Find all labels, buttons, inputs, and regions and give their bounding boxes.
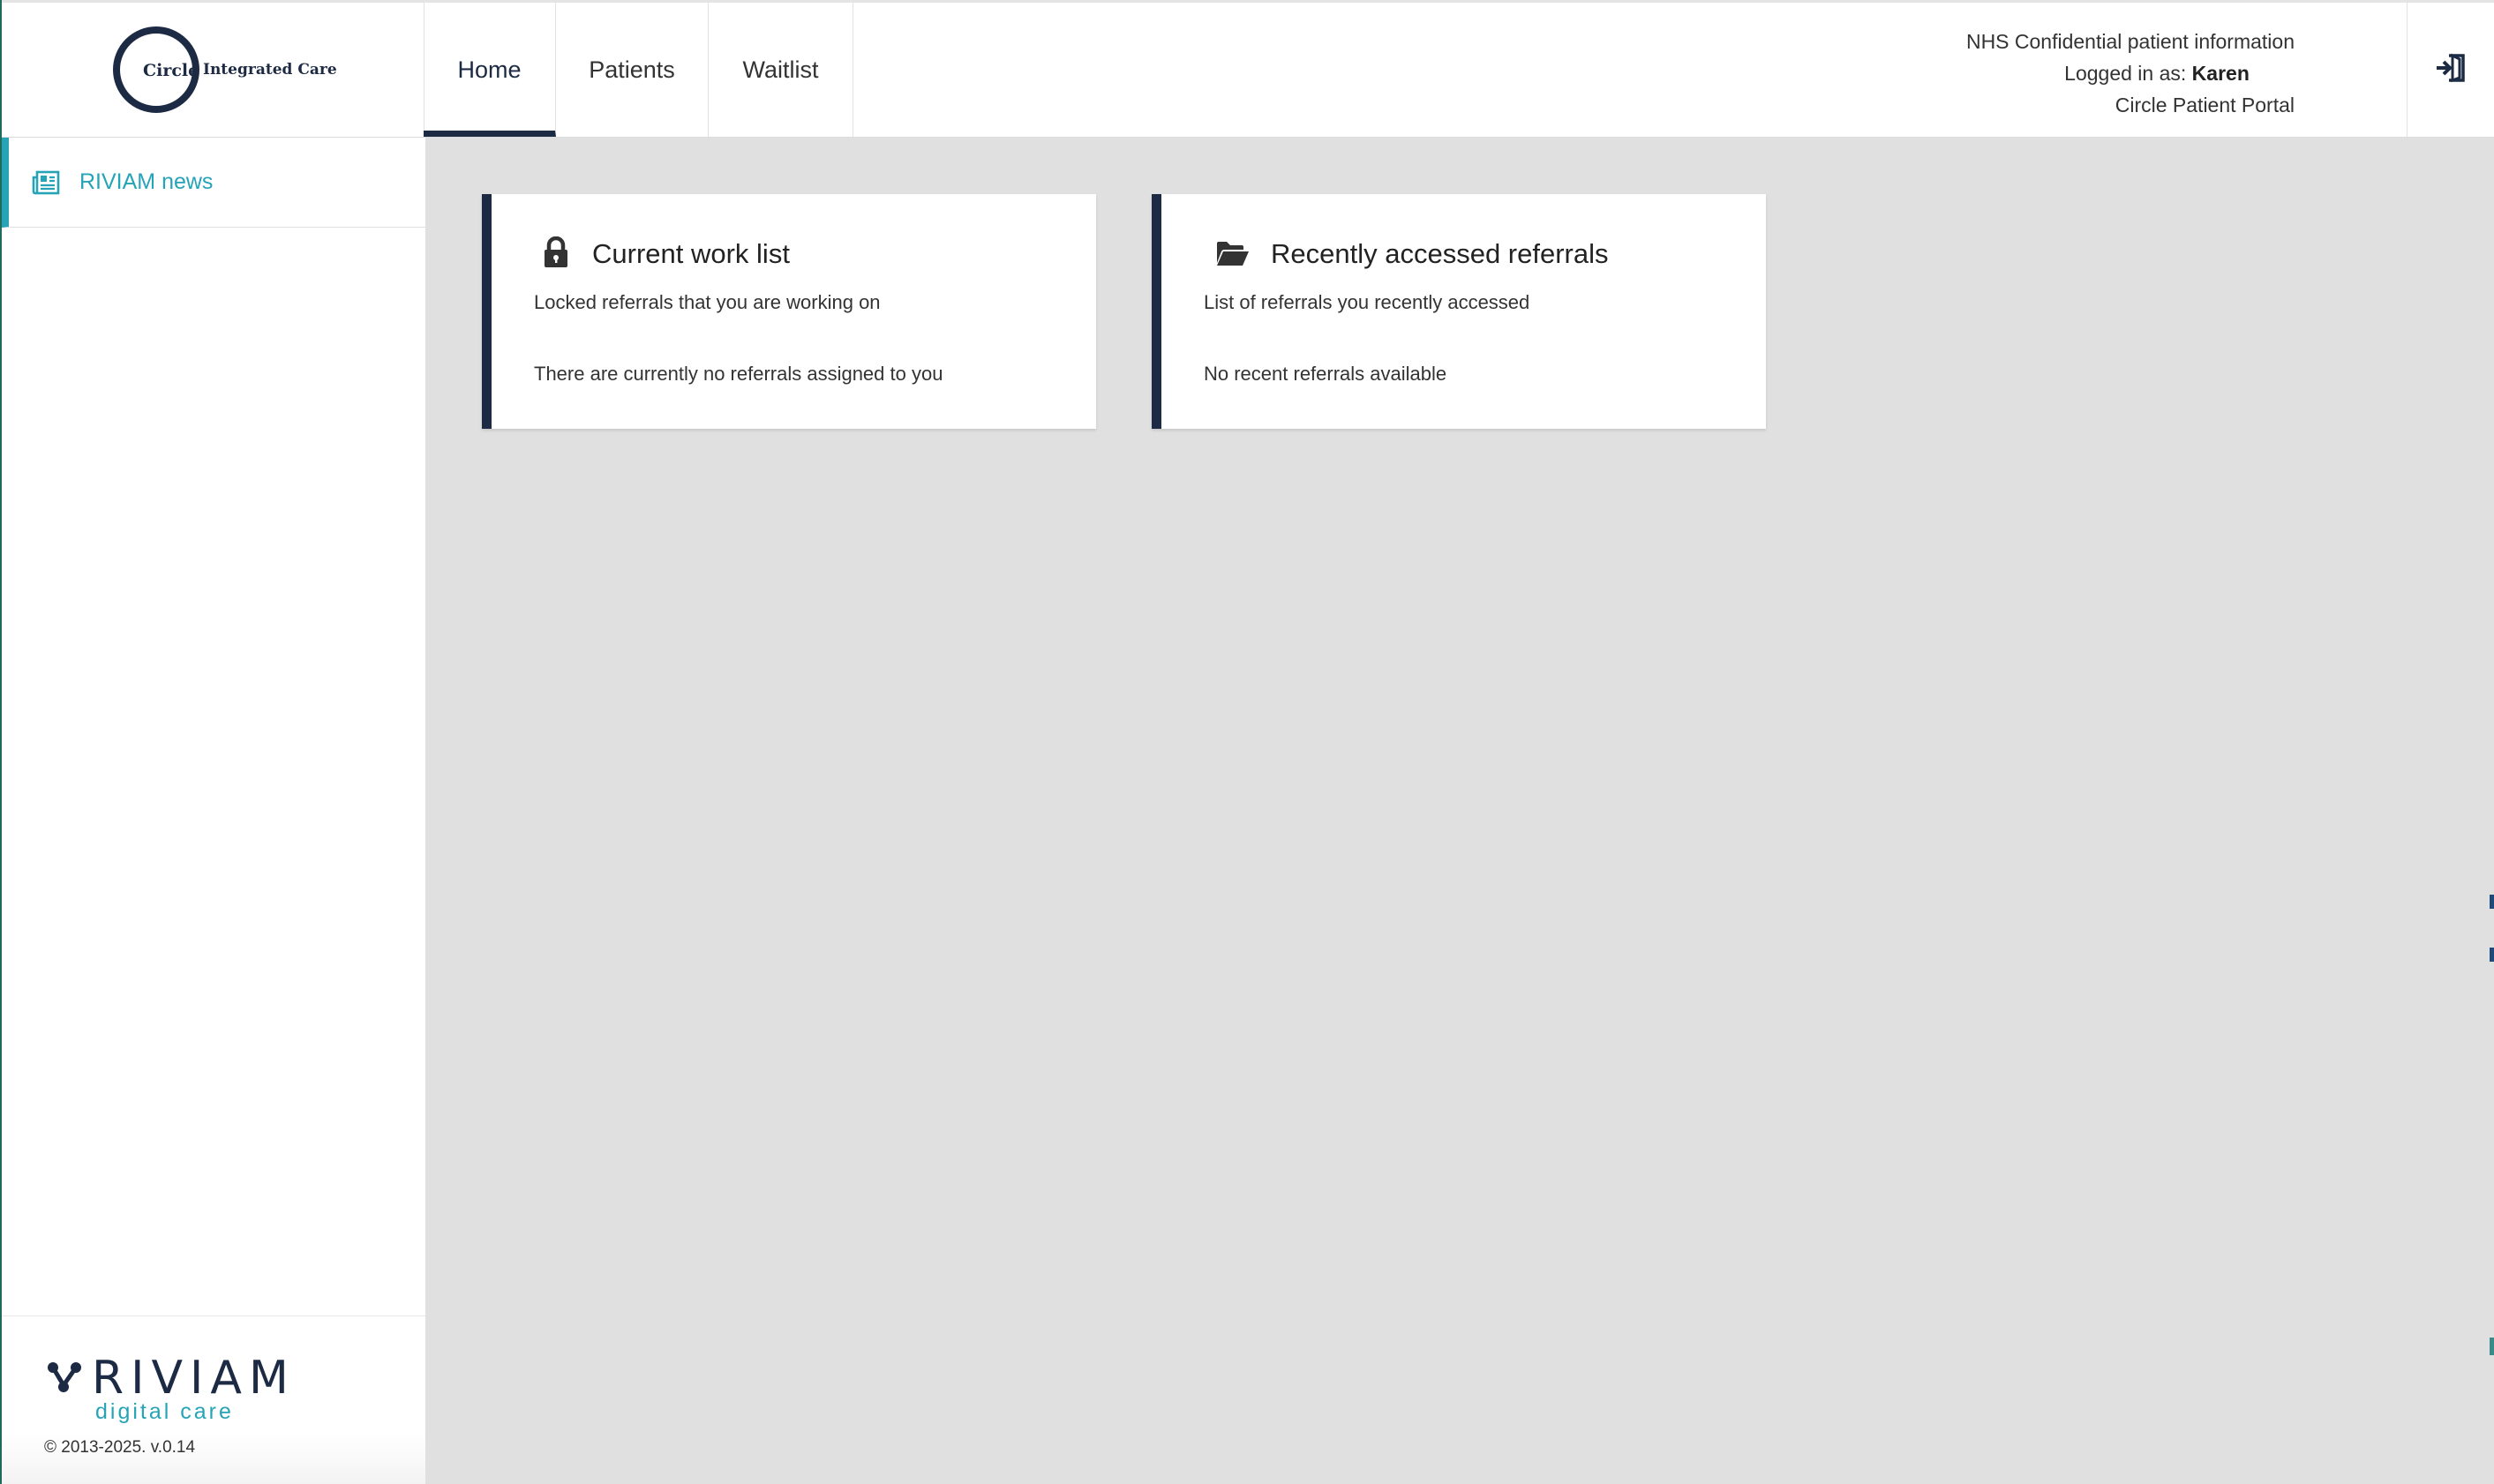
copyright-text: © 2013-2025. v.0.14 <box>44 1438 196 1457</box>
confidential-notice: NHS Confidential patient information <box>1965 30 2295 53</box>
card-description: Locked referrals that you are working on <box>534 291 881 313</box>
folder-open-icon <box>1215 240 1251 266</box>
app-header: Circle Integrated Care Home Patients Wai… <box>0 3 2494 138</box>
sign-out-icon <box>2435 53 2467 87</box>
main-nav: Home Patients Waitlist <box>424 3 853 137</box>
brand-logo[interactable]: Circle Integrated Care <box>0 3 424 137</box>
current-work-list-card[interactable]: Current work list Locked referrals that … <box>482 194 1096 429</box>
riviam-logo-mark <box>46 1360 83 1398</box>
sidebar-item-riviam-news[interactable]: RIVIAM news <box>2 138 425 228</box>
recently-accessed-card[interactable]: Recently accessed referrals List of refe… <box>1152 194 1766 429</box>
card-empty-message: No recent referrals available <box>1204 363 1447 385</box>
logo-brand-text: Circle <box>143 61 199 80</box>
scroll-marker <box>2490 1338 2494 1355</box>
tab-patients-label: Patients <box>589 56 675 83</box>
main-content: Current work list Locked referrals that … <box>425 138 2494 1484</box>
tab-home[interactable]: Home <box>424 3 556 137</box>
riviam-tagline: digital care <box>95 1399 234 1424</box>
logged-in-line: Logged in as: Karen <box>1966 57 2295 89</box>
portal-name: Circle Patient Portal <box>2115 94 2295 116</box>
card-title: Recently accessed referrals <box>1271 238 1609 269</box>
logo-brand-subtitle: Integrated Care <box>203 61 337 79</box>
sidebar-footer: RIVIAM digital care © 2013-2025. v.0.14 <box>2 1315 425 1484</box>
scroll-marker <box>2490 948 2494 962</box>
logged-in-prefix: Logged in as: <box>2064 62 2192 85</box>
tab-waitlist-label: Waitlist <box>742 56 819 83</box>
logout-button[interactable] <box>2407 3 2494 137</box>
card-empty-message: There are currently no referrals assigne… <box>534 363 943 385</box>
newspaper-icon <box>32 170 60 195</box>
card-description: List of referrals you recently accessed <box>1204 291 1530 313</box>
riviam-logo-text: RIVIAM <box>92 1352 296 1405</box>
sidebar: RIVIAM news RIVIAM digital care © 2013-2… <box>2 138 426 1484</box>
card-title: Current work list <box>592 238 790 269</box>
tab-home-label: Home <box>457 56 522 83</box>
logged-in-user: Karen <box>2191 62 2250 85</box>
sidebar-item-label: RIVIAM news <box>79 169 214 194</box>
window-left-edge <box>0 0 2 1484</box>
scroll-marker <box>2490 895 2494 909</box>
tab-patients[interactable]: Patients <box>556 3 709 137</box>
lock-icon <box>543 236 569 268</box>
session-info: NHS Confidential patient information Log… <box>1966 26 2295 121</box>
tab-waitlist[interactable]: Waitlist <box>709 3 853 137</box>
